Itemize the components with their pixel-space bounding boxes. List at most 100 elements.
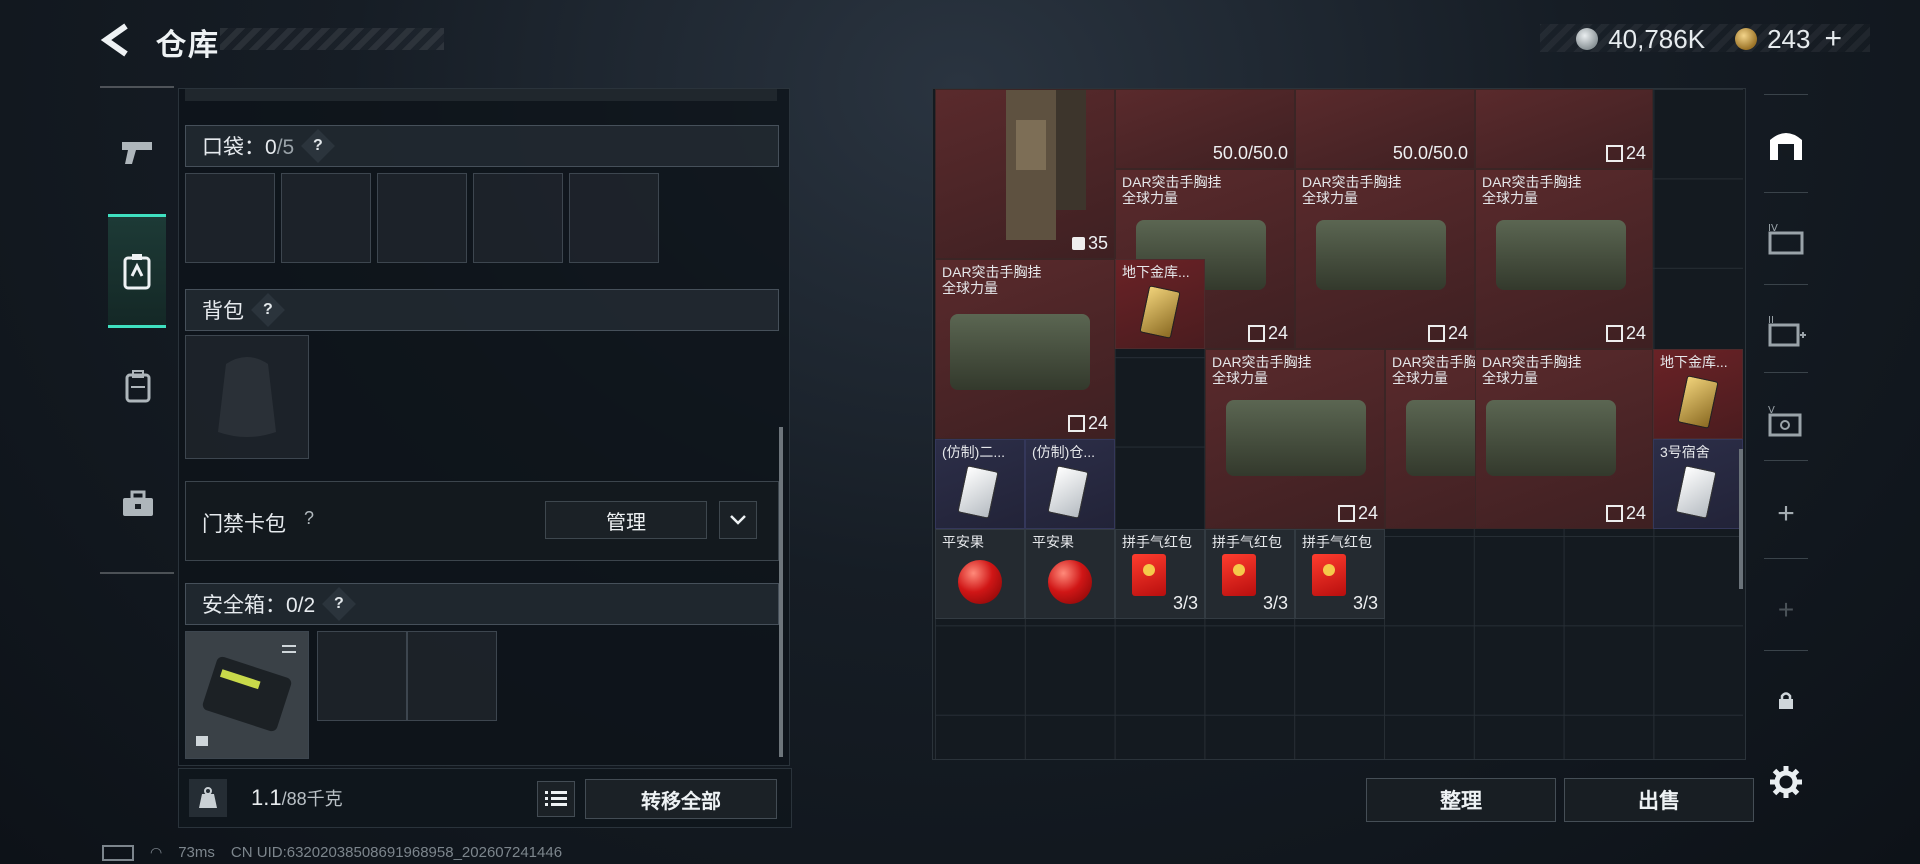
manage-button[interactable]: 管理 — [545, 501, 707, 539]
storage-item[interactable]: 50.0/50.0 — [1115, 89, 1295, 169]
storage-item[interactable]: (仿制)二... — [935, 439, 1025, 529]
item-name: DAR突击手胸挂 全球力量 — [1302, 174, 1402, 206]
loadout-panel: 口袋：0/5 ? 背包 ? 门禁卡包 ? 管理 安全箱：0/2 ? — [178, 88, 790, 766]
storage-item[interactable]: 3号宿舍 — [1653, 439, 1743, 529]
keycard-icon — [1675, 465, 1717, 519]
settings-button[interactable] — [1760, 756, 1812, 808]
apple-icon — [958, 560, 1002, 604]
item-name: 地下金库... — [1122, 264, 1190, 280]
item-name: DAR突击手胸挂 全球力量 — [1212, 354, 1312, 386]
list-icon — [545, 791, 567, 806]
keycard-icon — [1139, 285, 1181, 339]
storage-item[interactable]: 24 — [1475, 89, 1653, 169]
warehouse-icon — [1770, 133, 1802, 160]
pocket-slot[interactable] — [473, 173, 563, 263]
item-name: DAR突击手胸挂 全球力量 — [1482, 354, 1582, 386]
item-durability: 50.0/50.0 — [1212, 143, 1288, 163]
safebox-empty-slot[interactable] — [317, 631, 407, 721]
back-button[interactable] — [98, 20, 138, 60]
storage-item[interactable]: DAR突击手胸挂 全球力量 24 — [935, 259, 1115, 439]
storage-item[interactable]: DAR突击手胸挂 全球力量 24 — [1475, 349, 1653, 529]
tab-backpack[interactable] — [110, 358, 166, 414]
backpack-header: 背包 ? — [185, 289, 779, 331]
storage-tab-iv[interactable]: IV — [1760, 212, 1812, 264]
item-name: 平安果 — [1032, 534, 1074, 550]
keycard-icon — [957, 465, 999, 519]
tab-weapons[interactable] — [110, 124, 166, 180]
status-line: ◠ 73ms CN UID:63202038508691968958_20260… — [102, 844, 562, 861]
rail-divider — [1764, 460, 1808, 461]
pocket-header: 口袋：0/5 ? — [185, 125, 779, 167]
pocket-slot[interactable] — [281, 173, 371, 263]
sort-button[interactable]: 整理 — [1366, 778, 1556, 822]
pistol-icon — [122, 142, 152, 164]
item-count: 24 — [1605, 323, 1646, 344]
storage-item[interactable]: DAR突击手胸挂 全球力量 24 — [1475, 169, 1653, 349]
rail-divider — [1764, 284, 1808, 285]
card-badge-icon — [123, 254, 151, 290]
pocket-slot[interactable] — [185, 173, 275, 263]
storage-rail: IV II V + + — [1756, 88, 1816, 828]
item-name: 拼手气红包 — [1212, 534, 1282, 550]
storage-item[interactable]: DAR突击手胸挂 全球力量 24 — [1295, 169, 1475, 349]
storage-item[interactable]: 地下金库... — [1653, 349, 1743, 439]
page-title: 仓库 — [156, 29, 220, 62]
storage-scrollbar[interactable] — [1739, 449, 1743, 589]
medkit-icon: II — [1768, 315, 1806, 347]
warehouse-tab[interactable] — [1760, 118, 1812, 170]
expand-dropdown-button[interactable] — [719, 501, 757, 539]
storage-tab-ii[interactable]: II — [1760, 304, 1812, 356]
backpack-slot[interactable] — [185, 335, 309, 459]
keycard-icon — [1047, 465, 1089, 519]
duffel-bag-icon — [950, 314, 1090, 390]
storage-tab-v[interactable]: V — [1760, 394, 1812, 446]
item-count: 24 — [1605, 143, 1646, 164]
loadout-scrollbar[interactable] — [779, 427, 783, 757]
battery-icon — [102, 844, 134, 861]
ping-readout: 73ms — [178, 844, 215, 861]
transfer-all-button[interactable]: 转移全部 — [585, 779, 777, 819]
safebox-help-button[interactable]: ? — [322, 587, 357, 621]
safebox-slot[interactable] — [185, 631, 309, 759]
item-name: (仿制)仓... — [1032, 444, 1095, 460]
lock-icon — [1779, 692, 1793, 709]
rail-divider — [1764, 650, 1808, 651]
storage-item[interactable]: 平安果 — [935, 529, 1025, 619]
pocket-slot[interactable] — [377, 173, 467, 263]
keycard-help-button[interactable]: ? — [304, 508, 314, 529]
lock-button[interactable] — [1760, 674, 1812, 726]
storage-item[interactable]: (仿制)仓... — [1025, 439, 1115, 529]
apple-icon — [1048, 560, 1092, 604]
pocket-help-button[interactable]: ? — [301, 129, 336, 163]
gold-amount: 243 — [1767, 23, 1811, 54]
storage-item[interactable]: 平安果 — [1025, 529, 1115, 619]
tab-toolbox[interactable] — [110, 476, 166, 532]
storage-item[interactable]: 35 — [935, 89, 1115, 259]
item-name: 地下金库... — [1660, 354, 1728, 370]
item-name: (仿制)二... — [942, 444, 1005, 460]
item-count: 24 — [1067, 413, 1108, 434]
storage-item[interactable]: 地下金库... — [1115, 259, 1205, 349]
pocket-label: 口袋：0/5 — [202, 136, 295, 159]
item-count: 24 — [1337, 503, 1378, 524]
tab-equipment[interactable] — [108, 214, 166, 328]
pocket-slot[interactable] — [569, 173, 659, 263]
sell-button[interactable]: 出售 — [1564, 778, 1754, 822]
add-storage-button-disabled[interactable]: + — [1760, 584, 1812, 636]
duffel-bag-icon — [1226, 400, 1366, 476]
storage-item[interactable]: DAR突击手胸挂 全球力量 24 — [1205, 349, 1385, 529]
item-count: 3/3 — [1172, 593, 1198, 613]
add-currency-button[interactable]: + — [1824, 22, 1842, 56]
folder-iv-icon: IV — [1768, 223, 1804, 255]
add-storage-button[interactable]: + — [1760, 488, 1812, 540]
storage-item[interactable]: 50.0/50.0 — [1295, 89, 1475, 169]
back-arrow-icon — [100, 23, 128, 57]
backpack-help-button[interactable]: ? — [251, 293, 285, 327]
storage-item[interactable]: 拼手气红包 3/3 — [1115, 529, 1205, 619]
item-count: 24 — [1605, 503, 1646, 524]
storage-item[interactable]: 拼手气红包 3/3 — [1205, 529, 1295, 619]
list-view-button[interactable] — [537, 781, 575, 817]
safebox-empty-slot[interactable] — [407, 631, 497, 721]
storage-item[interactable]: 拼手气红包 3/3 — [1295, 529, 1385, 619]
safebox-label: 安全箱：0/2 — [202, 594, 316, 617]
